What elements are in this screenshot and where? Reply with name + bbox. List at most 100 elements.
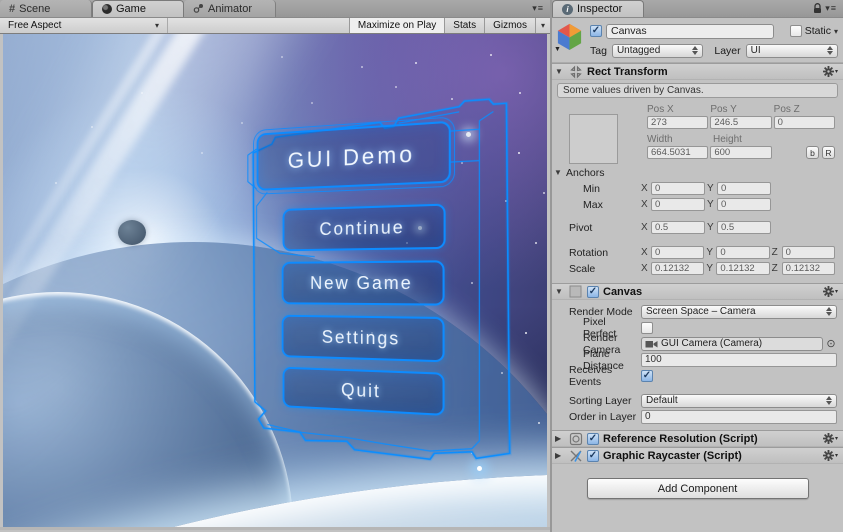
width-field[interactable]: 664.5031 [647,146,709,159]
canvas-enabled-checkbox[interactable]: ✓ [587,285,599,298]
pivot-y-field[interactable]: 0.5 [717,221,771,234]
anchor-min-y-field[interactable]: 0 [717,182,771,195]
axis-label: Y [706,247,713,258]
info-icon: i [562,3,573,15]
anchor-preset-box[interactable] [569,114,618,164]
canvas-component-header[interactable]: ▼ ✓ Canvas ▾ [552,283,843,300]
continue-button[interactable]: Continue [282,203,446,252]
width-label: Width [647,133,673,145]
scale-y-field[interactable]: 0.12132 [716,262,770,275]
scale-z-field[interactable]: 0.12132 [781,262,835,275]
axis-label: X [641,247,648,258]
lock-icon[interactable] [813,3,822,14]
chevron-down-icon: ▾ [154,21,159,30]
aspect-dropdown[interactable]: Free Aspect ▾ [0,18,168,33]
gear-icon[interactable]: ▾ [822,450,838,461]
name-field[interactable]: Canvas [606,23,774,39]
animator-icon [193,4,203,13]
new-game-button[interactable]: New Game [281,260,445,306]
axis-label: X [641,222,648,233]
raw-edit-mode-button[interactable]: R [821,146,835,159]
foldout-icon[interactable]: ▶ [555,434,564,443]
render-camera-field[interactable]: GUI Camera (Camera) [641,336,823,351]
order-in-layer-field[interactable]: 0 [641,409,837,424]
max-label: Max [583,198,603,211]
receives-events-label: Receives Events [569,363,613,388]
scale-x-field[interactable]: 0.12132 [651,262,705,275]
pos-x-field[interactable]: 273 [647,116,709,129]
menu-title: GUI Demo [287,139,416,173]
game-pane: # Scene Game Animator ▾≡ Free Aspect ▾ M… [0,0,550,532]
reference-resolution-icon [568,431,583,446]
anchor-max-y-field[interactable]: 0 [717,198,771,211]
rotation-x-field[interactable]: 0 [651,246,705,259]
gear-icon[interactable]: ▾ [822,433,838,444]
anchors-foldout[interactable]: ▼ [554,168,563,177]
plane-distance-field[interactable]: 100 [641,352,837,367]
gameobject-icon[interactable]: ▼ [554,22,585,53]
game-icon [102,4,112,14]
settings-button[interactable]: Settings [281,314,445,363]
tab-inspector[interactable]: i Inspector [552,0,644,17]
pos-z-field[interactable]: 0 [773,116,835,129]
rotation-y-field[interactable]: 0 [716,246,770,259]
tab-game[interactable]: Game [92,0,184,17]
gear-icon[interactable]: ▾ [822,286,838,297]
gear-icon[interactable]: ▾ [822,66,838,77]
anchor-min-x-field[interactable]: 0 [651,182,705,195]
tab-scene[interactable]: # Scene [0,0,92,17]
active-checkbox[interactable]: ✓ [590,25,602,37]
tag-dropdown[interactable]: Untagged [611,43,704,58]
pivot-label: Pivot [569,221,593,234]
render-mode-dropdown[interactable]: Screen Space – Camera [641,304,837,319]
anchors-label: Anchors [566,166,605,179]
pixel-perfect-checkbox[interactable]: ✓ [641,321,653,334]
menu-title-plate: GUI Demo [252,116,455,196]
tab-game-label: Game [116,3,146,15]
blueprint-mode-button[interactable]: b [805,146,819,159]
reference-resolution-header[interactable]: ▶ ✓ Reference Resolution (Script) ▾ [552,430,843,447]
pane-menu-icon[interactable]: ▾≡ [825,3,837,14]
pane-menu-icon[interactable]: ▾≡ [532,3,544,14]
graphic-raycaster-header[interactable]: ▶ ✓ Graphic Raycaster (Script) ▾ [552,447,843,464]
starfield [3,34,5,36]
axis-label: Y [707,199,714,210]
sorting-layer-dropdown[interactable]: Default [641,393,837,408]
rect-transform-header[interactable]: ▼ Rect Transform ▾ [552,63,843,80]
foldout-icon[interactable]: ▼ [555,67,564,76]
foldout-icon[interactable]: ▼ [555,287,564,296]
game-viewport: GUI Demo Continue New Game Settings Quit [3,34,547,527]
sorting-layer-label: Sorting Layer [569,394,632,407]
height-field[interactable]: 600 [710,146,772,159]
add-component-button[interactable]: Add Component [586,478,809,499]
axis-label: Y [706,263,713,274]
pivot-x-field[interactable]: 0.5 [651,221,705,234]
anchor-max-x-field[interactable]: 0 [651,198,705,211]
rect-transform-title: Rect Transform [587,65,668,78]
gui-demo-panel: GUI Demo Continue New Game Settings Quit [244,93,515,475]
rotation-z-field[interactable]: 0 [781,246,835,259]
moon-silhouette [118,220,146,245]
static-dropdown-arrow[interactable]: ▾ [834,27,838,36]
foldout-icon[interactable]: ▶ [555,451,564,460]
layer-dropdown[interactable]: UI [745,43,838,58]
graphic-raycaster-title: Graphic Raycaster (Script) [603,449,742,462]
tab-animator[interactable]: Animator [184,0,276,17]
scale-label: Scale [569,262,596,275]
inspector-pane: i Inspector ▾≡ ▼ ✓ Canvas ✓ Static ▾ [550,0,843,532]
object-picker-icon[interactable]: ⊙ [825,337,837,350]
reference-resolution-checkbox[interactable]: ✓ [587,432,599,445]
stats-button[interactable]: Stats [444,18,484,33]
pos-z-label: Pos Z [773,103,800,115]
graphic-raycaster-checkbox[interactable]: ✓ [587,449,599,462]
receives-events-checkbox[interactable]: ✓ [641,369,653,382]
static-checkbox[interactable]: ✓ [789,25,802,37]
reference-resolution-title: Reference Resolution (Script) [603,432,758,445]
maximize-on-play-button[interactable]: Maximize on Play [348,18,445,33]
pos-y-field[interactable]: 246.5 [710,116,772,129]
gizmos-button[interactable]: Gizmos [484,18,535,33]
gizmos-dropdown-arrow[interactable]: ▾ [534,18,550,33]
aspect-label: Free Aspect [8,20,62,31]
window-edge [0,527,550,530]
canvas-icon [568,284,583,299]
